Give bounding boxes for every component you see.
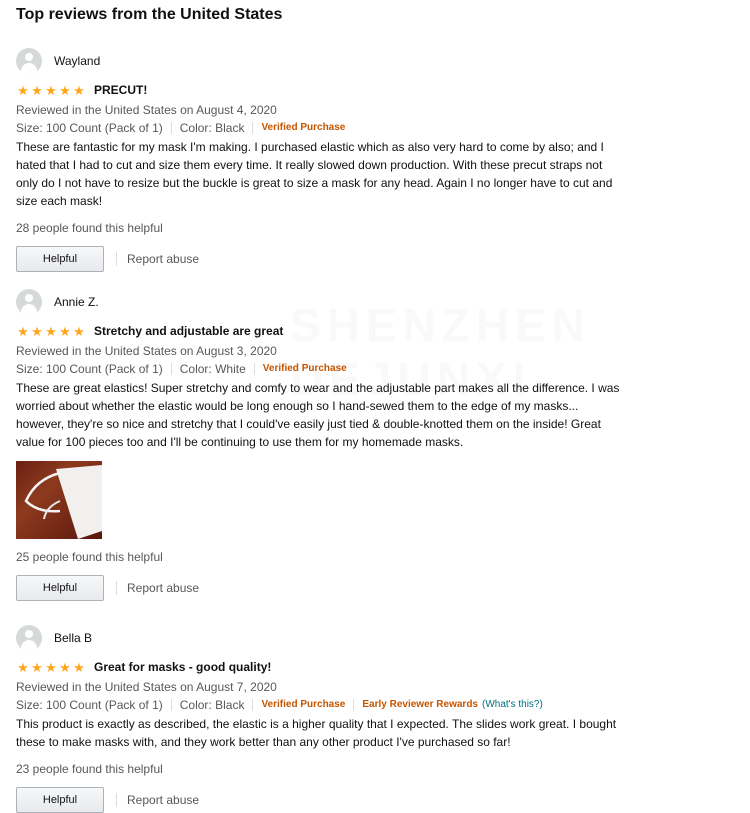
whats-this-link[interactable]: (What's this?) (482, 697, 543, 713)
star-icon: ★ (59, 82, 71, 98)
reviewer-profile[interactable]: Annie Z. (16, 289, 626, 315)
size-attribute[interactable]: Size: 100 Count (Pack of 1) (16, 361, 163, 377)
star-icon: ★ (17, 323, 29, 339)
helpful-count: 28 people found this helpful (16, 221, 163, 235)
star-icon: ★ (73, 82, 85, 98)
helpful-button[interactable]: Helpful (16, 787, 104, 813)
divider (253, 363, 255, 375)
review-body: These are fantastic for my mask I'm maki… (16, 140, 613, 208)
star-rating[interactable]: ★ ★ ★ ★ ★ (16, 661, 86, 674)
divider (170, 699, 172, 711)
star-icon: ★ (17, 659, 29, 675)
star-rating[interactable]: ★ ★ ★ ★ ★ (16, 84, 86, 97)
review-date: Reviewed in the United States on August … (16, 680, 277, 694)
verified-purchase-badge: Verified Purchase (261, 699, 346, 710)
color-attribute: Color: Black (179, 698, 245, 712)
divider (252, 122, 254, 134)
star-icon: ★ (45, 323, 57, 339)
helpful-count: 25 people found this helpful (16, 550, 163, 564)
review-card: Bella B ★ ★ ★ ★ ★ Great for masks - good… (16, 625, 626, 813)
verified-purchase-badge: Verified Purchase (261, 122, 346, 133)
mask-photo-image (24, 465, 102, 539)
early-reviewer-badge: Early Reviewer Rewards (362, 699, 478, 710)
review-card: Wayland ★ ★ ★ ★ ★ PRECUT! Reviewed in th… (16, 48, 626, 272)
default-avatar-icon (16, 48, 42, 74)
reviewer-name[interactable]: Annie Z. (54, 295, 99, 309)
star-icon: ★ (73, 659, 85, 675)
star-rating[interactable]: ★ ★ ★ ★ ★ (16, 325, 86, 338)
star-icon: ★ (59, 323, 71, 339)
star-icon: ★ (31, 323, 43, 339)
helpful-button[interactable]: Helpful (16, 246, 104, 272)
color-attribute: Color: Black (179, 121, 245, 135)
reviewer-name[interactable]: Bella B (54, 631, 92, 645)
size-attribute[interactable]: Size: 100 Count (Pack of 1) (16, 697, 163, 713)
star-icon: ★ (17, 82, 29, 98)
divider (252, 699, 254, 711)
review-date: Reviewed in the United States on August … (16, 344, 277, 358)
default-avatar-icon (16, 625, 42, 651)
review-date: Reviewed in the United States on August … (16, 103, 277, 117)
reviewer-profile[interactable]: Wayland (16, 48, 626, 74)
review-photo-thumbnail[interactable] (16, 461, 102, 539)
divider (116, 793, 117, 807)
review-title[interactable]: PRECUT! (94, 83, 147, 97)
star-icon: ★ (31, 82, 43, 98)
review-title[interactable]: Stretchy and adjustable are great (94, 324, 283, 338)
star-icon: ★ (59, 659, 71, 675)
report-abuse-link[interactable]: Report abuse (127, 581, 199, 595)
divider (170, 363, 172, 375)
star-icon: ★ (45, 82, 57, 98)
star-icon: ★ (45, 659, 57, 675)
reviewer-profile[interactable]: Bella B (16, 625, 626, 651)
divider (353, 699, 355, 711)
report-abuse-link[interactable]: Report abuse (127, 252, 199, 266)
divider (116, 252, 117, 266)
divider (170, 122, 172, 134)
star-icon: ★ (73, 323, 85, 339)
star-icon: ★ (31, 659, 43, 675)
review-body: This product is exactly as described, th… (16, 717, 617, 749)
section-title: Top reviews from the United States (16, 6, 283, 23)
report-abuse-link[interactable]: Report abuse (127, 793, 199, 807)
divider (116, 581, 117, 595)
review-card: Annie Z. ★ ★ ★ ★ ★ Stretchy and adjustab… (16, 289, 626, 601)
color-attribute: Color: White (179, 362, 246, 376)
review-body: These are great elastics! Super stretchy… (16, 381, 620, 449)
size-attribute[interactable]: Size: 100 Count (Pack of 1) (16, 120, 163, 136)
verified-purchase-badge: Verified Purchase (262, 363, 347, 374)
reviewer-name[interactable]: Wayland (54, 54, 100, 68)
helpful-count: 23 people found this helpful (16, 762, 163, 776)
helpful-button[interactable]: Helpful (16, 575, 104, 601)
default-avatar-icon (16, 289, 42, 315)
review-title[interactable]: Great for masks - good quality! (94, 660, 271, 674)
